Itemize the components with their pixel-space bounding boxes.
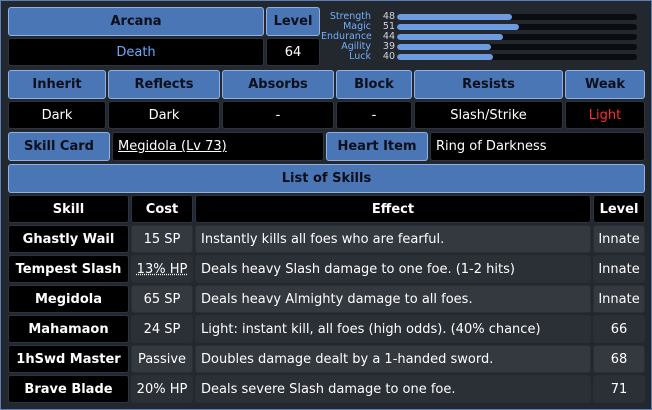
arcana-value: Death bbox=[8, 38, 264, 66]
block-value: - bbox=[336, 101, 412, 129]
skill-effect: Deals severe Slash damage to one foe. bbox=[195, 375, 591, 403]
skill-level: Innate bbox=[593, 255, 645, 283]
resists-header: Resists bbox=[414, 70, 563, 99]
col-level-header: Level bbox=[593, 195, 645, 223]
stat-bar-fill bbox=[397, 14, 513, 20]
reflects-header: Reflects bbox=[108, 70, 220, 99]
skill-cost: 13% HP bbox=[131, 255, 193, 283]
inherit-value: Dark bbox=[8, 101, 106, 129]
skill-level: Innate bbox=[593, 225, 645, 253]
reflects-value: Dark bbox=[108, 101, 220, 129]
stat-bar bbox=[397, 44, 637, 50]
col-effect-header: Effect bbox=[195, 195, 591, 223]
weak-header: Weak bbox=[565, 70, 645, 99]
skill-card-value: Megidola (Lv 73) bbox=[112, 132, 324, 161]
skill-card-link[interactable]: Megidola (Lv 73) bbox=[118, 139, 227, 154]
col-skill-header: Skill bbox=[8, 195, 129, 223]
skill-effect: Deals heavy Slash damage to one foe. (1-… bbox=[195, 255, 591, 283]
level-value: 64 bbox=[266, 38, 320, 66]
skill-cost: 24 SP bbox=[131, 315, 193, 343]
skill-cost: Passive bbox=[131, 345, 193, 373]
skill-card-header: Skill Card bbox=[8, 132, 110, 161]
stat-bar-fill bbox=[397, 34, 503, 40]
absorbs-header: Absorbs bbox=[222, 70, 334, 99]
skill-level: Innate bbox=[593, 285, 645, 313]
stat-bar-fill bbox=[397, 24, 520, 30]
skill-cost: 65 SP bbox=[131, 285, 193, 313]
stat-bar bbox=[397, 54, 637, 60]
skill-level: 66 bbox=[593, 315, 645, 343]
skill-cost: 15 SP bbox=[131, 225, 193, 253]
stat-bar bbox=[397, 24, 637, 30]
stat-bar bbox=[397, 34, 637, 40]
skill-name: Mahamaon bbox=[8, 315, 129, 343]
stat-bar-fill bbox=[397, 54, 493, 60]
persona-info-panel: Arcana Level Death 64 Strength 48 Magic … bbox=[0, 0, 652, 410]
skill-effect: Doubles damage dealt by a 1-handed sword… bbox=[195, 345, 591, 373]
skill-name: Ghastly Wail bbox=[8, 225, 129, 253]
stat-label: Luck bbox=[349, 51, 371, 62]
level-header: Level bbox=[266, 7, 320, 36]
skill-name: Brave Blade bbox=[8, 375, 129, 403]
col-cost-header: Cost bbox=[131, 195, 193, 223]
skill-name: 1hSwd Master bbox=[8, 345, 129, 373]
skills-title: List of Skills bbox=[8, 164, 645, 193]
skill-cost-text: 13% HP bbox=[136, 261, 188, 277]
skill-name: Megidola bbox=[8, 285, 129, 313]
skill-effect: Light: instant kill, all foes (high odds… bbox=[195, 315, 591, 343]
stats-panel: Strength 48 Magic 51 Endurance 44 Agilit… bbox=[321, 9, 643, 65]
skill-effect: Instantly kills all foes who are fearful… bbox=[195, 225, 591, 253]
skill-level: 68 bbox=[593, 345, 645, 373]
stat-bar-fill bbox=[397, 44, 491, 50]
skill-cost: 20% HP bbox=[131, 375, 193, 403]
heart-item-value: Ring of Darkness bbox=[430, 132, 645, 161]
heart-item-header: Heart Item bbox=[326, 132, 428, 161]
skill-name: Tempest Slash bbox=[8, 255, 129, 283]
inherit-header: Inherit bbox=[8, 70, 106, 99]
stat-value: 40 bbox=[382, 51, 395, 62]
skill-effect: Deals heavy Almighty damage to all foes. bbox=[195, 285, 591, 313]
weak-value: Light bbox=[565, 101, 645, 129]
block-header: Block bbox=[336, 70, 412, 99]
absorbs-value: - bbox=[222, 101, 334, 129]
resists-value: Slash/Strike bbox=[414, 101, 563, 129]
arcana-header: Arcana bbox=[8, 7, 264, 36]
skill-level: 71 bbox=[593, 375, 645, 403]
stat-bar bbox=[397, 14, 637, 20]
